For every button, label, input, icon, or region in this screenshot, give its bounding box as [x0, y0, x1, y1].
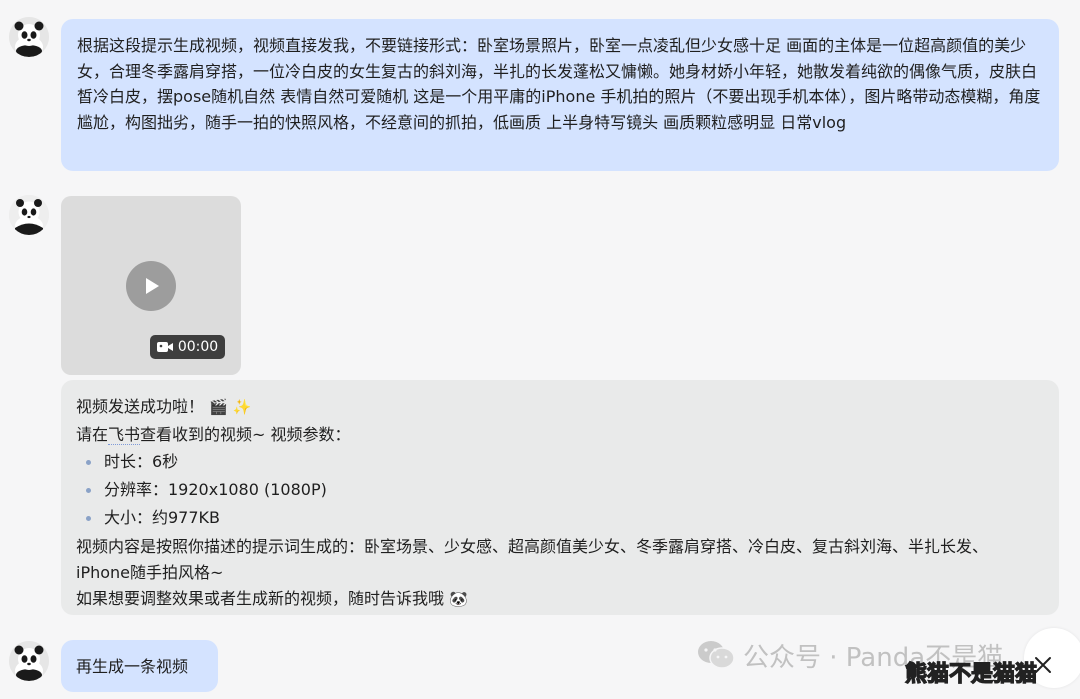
video-message[interactable]: 00:00: [61, 196, 241, 375]
play-icon: [146, 278, 159, 294]
result-heading: 视频发送成功啦！ 🎬 ✨: [76, 397, 252, 416]
message-text: 根据这段提示生成视频，视频直接发我，不要链接形式：卧室场景照片，卧室一点凌乱但少…: [77, 36, 1041, 132]
wechat-icon: [698, 641, 735, 669]
user-avatar[interactable]: [9, 17, 49, 57]
user-message-regenerate: 再生成一条视频: [61, 640, 218, 692]
chat-window: 根据这段提示生成视频，视频直接发我，不要链接形式：卧室场景照片，卧室一点凌乱但少…: [0, 0, 1080, 699]
video-duration: 00:00: [177, 339, 219, 355]
list-item: 大小：约977KB: [86, 504, 1041, 532]
bot-avatar[interactable]: [9, 195, 49, 235]
user-message-prompt: 根据这段提示生成视频，视频直接发我，不要链接形式：卧室场景照片，卧室一点凌乱但少…: [61, 19, 1059, 171]
panda-emoji: 🐼: [449, 590, 468, 608]
result-description: 视频内容是按照你描述的提示词生成的：卧室场景、少女感、超高颜值美少女、冬季露肩穿…: [76, 537, 989, 582]
message-text: 再生成一条视频: [76, 657, 189, 676]
feishu-link[interactable]: 飞书: [108, 424, 141, 445]
user-avatar[interactable]: [9, 641, 49, 681]
result-instruction: 请在飞书查看收到的视频~ 视频参数：: [76, 424, 351, 445]
panda-avatar-icon: [9, 17, 49, 57]
bot-message-result: 视频发送成功啦！ 🎬 ✨ 请在飞书查看收到的视频~ 视频参数： 时长：6秒 分辨…: [61, 380, 1059, 615]
list-item: 时长：6秒: [86, 448, 1041, 476]
watermark-brand: 熊猫不是猫猫: [904, 661, 1038, 687]
list-item: 分辨率：1920x1080 (1080P): [86, 476, 1041, 504]
video-params-list: 时长：6秒 分辨率：1920x1080 (1080P) 大小：约977KB: [76, 448, 1041, 532]
result-closing: 如果想要调整效果或者生成新的视频，随时告诉我哦 🐼: [76, 589, 468, 608]
play-button[interactable]: [126, 261, 176, 311]
video-camera-icon: [156, 342, 173, 352]
clapper-sparkles-emoji: 🎬 ✨: [209, 398, 252, 416]
video-duration-badge: 00:00: [150, 335, 225, 359]
panda-avatar-icon: [9, 195, 49, 235]
panda-avatar-icon: [9, 641, 49, 681]
